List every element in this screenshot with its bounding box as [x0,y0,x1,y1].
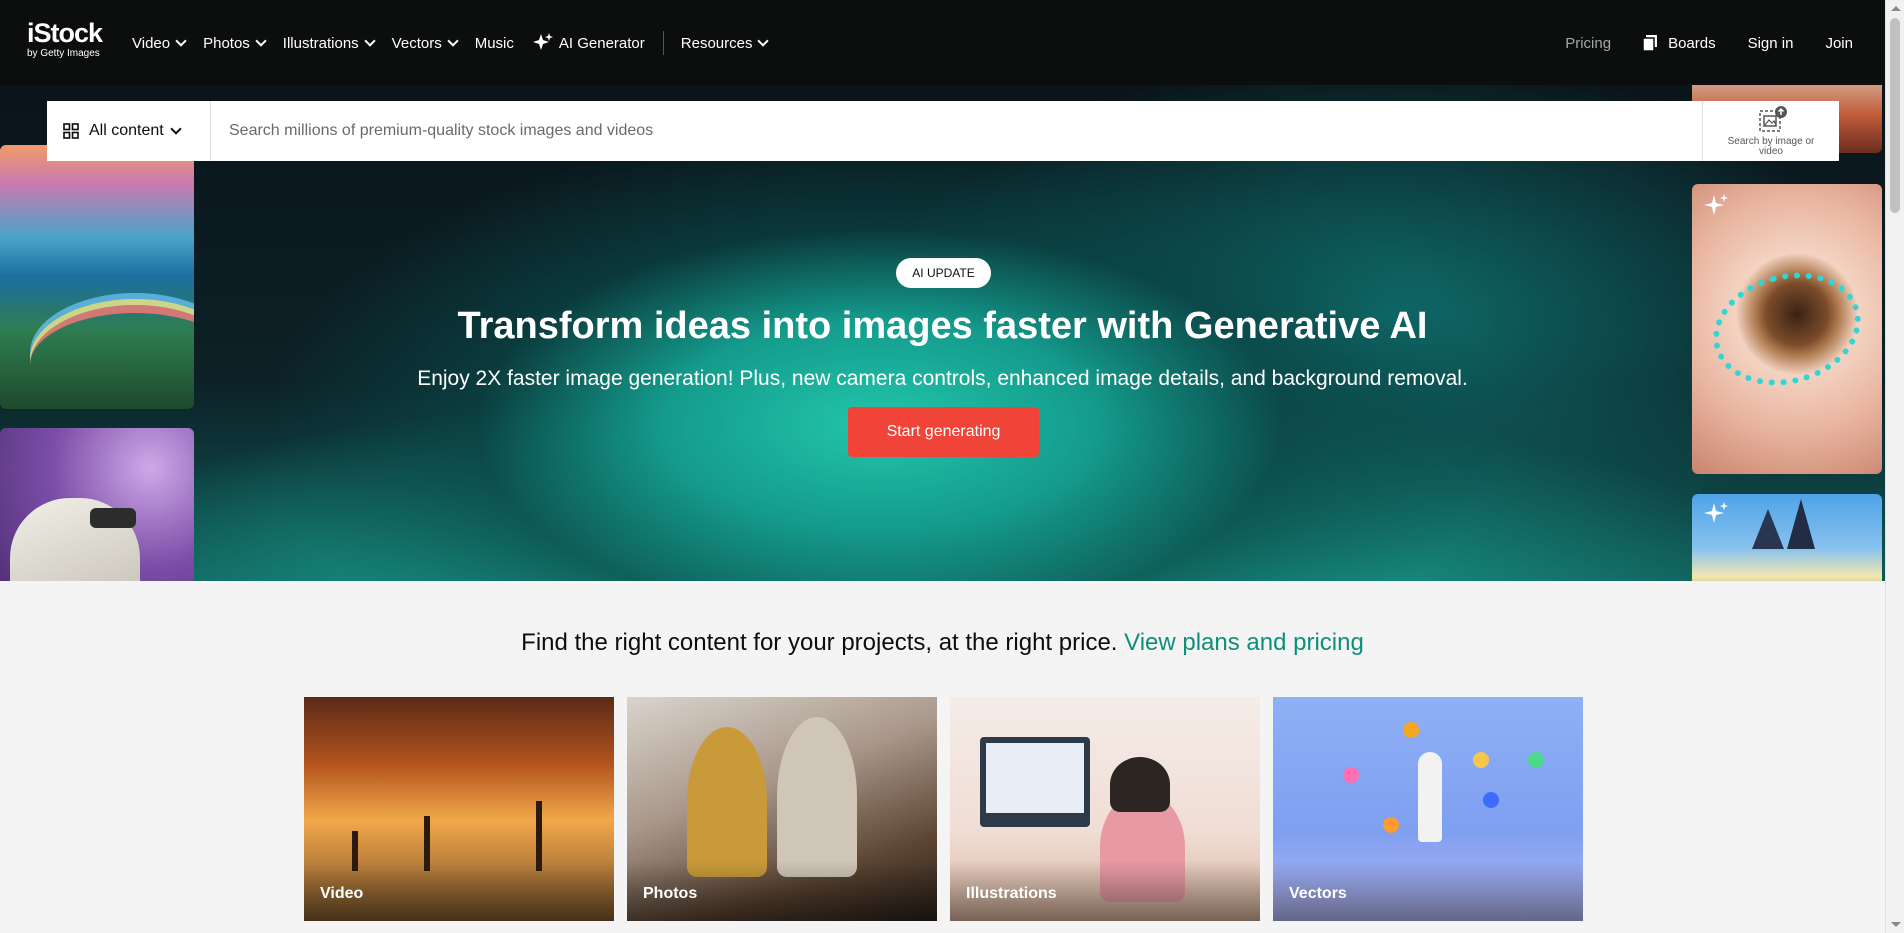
scroll-down-arrow-icon[interactable] [1891,922,1901,927]
nav-resources-label: Resources [680,34,753,52]
nav-video[interactable]: Video [132,34,187,52]
search-by-image-label: Search by image or video [1727,136,1815,157]
category-card-photos[interactable]: Photos [627,697,937,921]
nav-illustrations-label: Illustrations [282,34,359,52]
image-upload-icon [1759,106,1787,132]
hero-subtitle: Enjoy 2X faster image generation! Plus, … [417,367,1468,390]
ai-sparkle-icon [1704,502,1728,523]
hero-image-castle [1692,494,1882,581]
chevron-down-icon [175,34,187,47]
logo-subtext: by Getty Images [27,48,100,59]
chevron-down-icon [255,34,267,47]
tagline-text: Find the right content for your projects… [521,629,1125,656]
content-type-dropdown[interactable]: All content [47,101,211,161]
category-card-illustrations[interactable]: Illustrations [950,697,1260,921]
nav-ai-generator-label: AI Generator [558,34,645,52]
account-menu: Pricing Boards Sign in Join [1533,30,1885,56]
nav-divider [662,31,664,55]
nav-photos-label: Photos [203,34,250,52]
category-label: Photos [643,885,698,902]
chevron-down-icon [364,34,376,47]
nav-vectors[interactable]: Vectors [391,34,459,52]
category-label: Illustrations [966,885,1057,902]
nav-join[interactable]: Join [1825,35,1853,52]
ai-sparkle-icon [1704,194,1728,215]
pricing-tagline: Find the right content for your projects… [0,628,1885,658]
category-label: Vectors [1289,885,1347,902]
search-bar: All content Search by image or video [47,101,1839,161]
logo-text: iStock [27,18,103,48]
nav-boards[interactable]: Boards [1643,35,1716,52]
main-menu: Video Photos Illustrations Vectors Music… [132,30,785,56]
nav-resources[interactable]: Resources [680,34,770,52]
scroll-thumb[interactable] [1890,18,1900,213]
nav-video-label: Video [132,34,171,52]
nav-music-label: Music [474,34,514,52]
chevron-down-icon [447,34,459,47]
nav-photos[interactable]: Photos [203,34,267,52]
chevron-down-icon [757,34,770,47]
nav-vectors-label: Vectors [391,34,442,52]
content-type-label: All content [89,122,164,139]
hero-title: Transform ideas into images faster with … [457,305,1428,347]
category-label: Video [320,885,364,902]
nav-signin[interactable]: Sign in [1748,35,1794,52]
page-scrollbar[interactable] [1885,0,1904,933]
nav-ai-generator[interactable]: AI Generator [532,32,645,54]
start-generating-button[interactable]: Start generating [848,407,1039,457]
category-card-vectors[interactable]: Vectors [1273,697,1583,921]
chevron-down-icon [170,122,182,135]
istock-logo[interactable]: iStock by Getty Images [27,20,111,60]
ai-update-badge: AI UPDATE [896,258,991,288]
sparkle-icon [532,33,553,50]
nav-boards-label: Boards [1668,34,1716,52]
hero-image-statue-binoculars [0,428,194,581]
search-input[interactable] [211,101,1702,161]
category-card-video[interactable]: Video [304,697,614,921]
view-plans-link[interactable]: View plans and pricing [1124,629,1364,656]
nav-pricing[interactable]: Pricing [1565,35,1611,52]
scroll-up-arrow-icon[interactable] [1891,6,1901,11]
grid-icon [63,123,79,139]
search-by-image-button[interactable]: Search by image or video [1702,101,1839,161]
top-navigation: iStock by Getty Images Video Photos Illu… [0,0,1885,85]
category-cards: Video Photos Illustrations Vectors [304,697,1583,921]
boards-icon [1643,35,1658,51]
nav-music[interactable]: Music [475,35,514,52]
nav-illustrations[interactable]: Illustrations [282,34,376,52]
